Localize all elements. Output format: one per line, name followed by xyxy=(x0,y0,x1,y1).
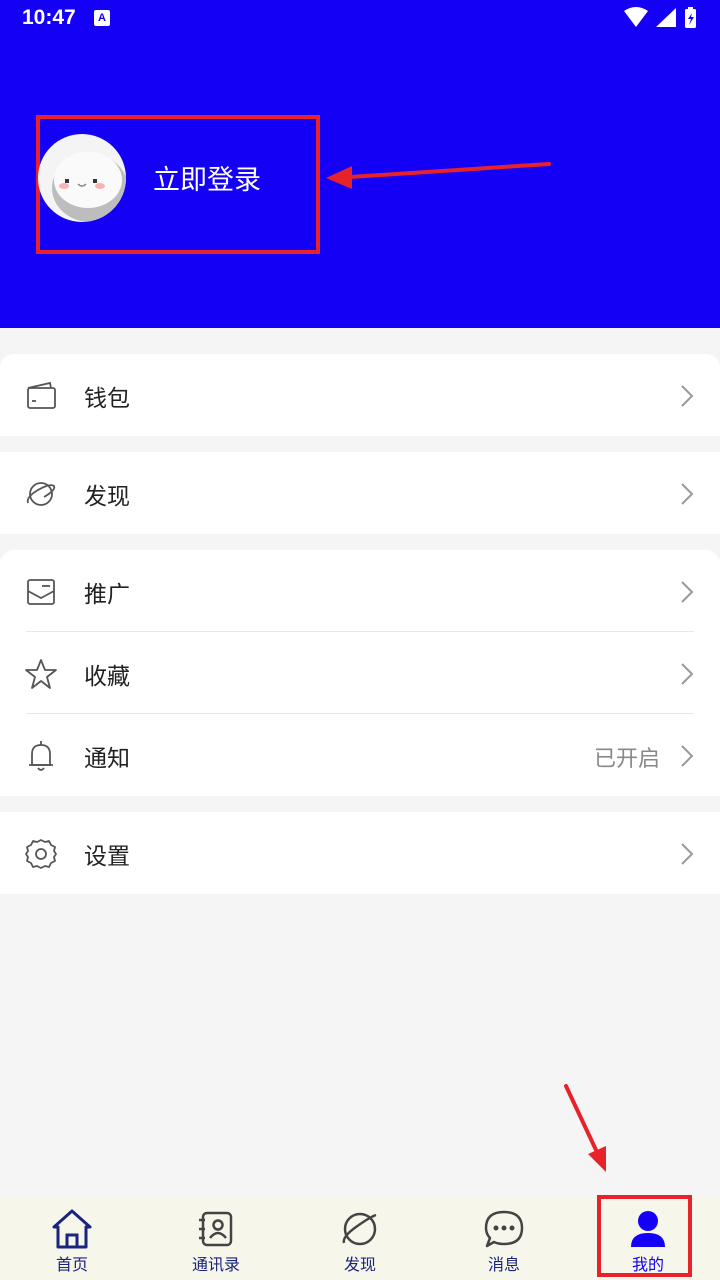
chevron-right-icon xyxy=(681,483,694,505)
menu-item-discover[interactable]: 发现 xyxy=(0,452,720,534)
tab-messages[interactable]: 消息 xyxy=(432,1197,576,1280)
menu-item-promote[interactable]: 推广 xyxy=(0,550,720,632)
tab-label-messages: 消息 xyxy=(487,1255,520,1274)
notifications-status: 已开启 xyxy=(593,747,660,772)
menu-item-notifications[interactable]: 通知 已开启 xyxy=(0,714,720,796)
chevron-right-icon xyxy=(681,843,694,865)
tab-label-home: 首页 xyxy=(55,1255,88,1274)
chevron-right-icon xyxy=(681,385,694,407)
status-time: 10:47 xyxy=(22,6,76,29)
menu-label-notifications: 通知 xyxy=(84,746,130,772)
gear-icon xyxy=(25,839,57,869)
menu-label-promote: 推广 xyxy=(84,582,130,608)
message-icon xyxy=(484,1210,524,1248)
planet-icon xyxy=(26,482,56,506)
tab-home[interactable]: 首页 xyxy=(0,1197,144,1280)
tab-discover[interactable]: 发现 xyxy=(288,1197,432,1280)
menu-label-discover: 发现 xyxy=(84,484,130,510)
envelope-icon xyxy=(27,579,55,605)
discover-icon xyxy=(342,1212,377,1246)
battery-icon xyxy=(685,7,696,28)
contacts-icon xyxy=(199,1211,233,1247)
tab-label-discover: 发现 xyxy=(343,1255,376,1274)
discover-card: 发现 xyxy=(0,452,720,534)
bell-icon xyxy=(29,741,53,771)
menu-label-settings: 设置 xyxy=(84,844,130,870)
status-icons xyxy=(624,7,696,28)
chevron-right-icon xyxy=(681,663,694,685)
avatar-image-icon xyxy=(52,152,126,222)
tab-label-contacts: 通讯录 xyxy=(191,1255,240,1274)
settings-card: 设置 xyxy=(0,812,720,894)
wallet-card: 钱包 xyxy=(0,354,720,436)
wallet-icon xyxy=(27,381,56,409)
tab-contacts[interactable]: 通讯录 xyxy=(144,1197,288,1280)
menu-item-favorites[interactable]: 收藏 xyxy=(0,632,720,714)
status-bar: 10:47 A xyxy=(0,0,720,36)
chevron-right-icon xyxy=(681,745,694,767)
home-icon xyxy=(52,1209,92,1249)
tab-highlight-box xyxy=(597,1195,692,1277)
arrow-to-mine-tab xyxy=(564,1084,606,1172)
avatar[interactable] xyxy=(38,134,126,222)
chevron-right-icon xyxy=(681,581,694,603)
wifi-icon xyxy=(624,7,648,27)
features-card: 推广 收藏 通知 已开启 xyxy=(0,550,720,796)
menu-item-wallet[interactable]: 钱包 xyxy=(0,354,720,436)
menu-label-favorites: 收藏 xyxy=(84,664,130,690)
menu-label-wallet: 钱包 xyxy=(84,386,130,412)
menu-item-settings[interactable]: 设置 xyxy=(0,812,720,894)
login-link[interactable]: 立即登录 xyxy=(153,158,261,197)
signal-icon xyxy=(656,8,676,27)
notification-badge-icon: A xyxy=(94,10,110,26)
star-icon xyxy=(25,659,57,689)
